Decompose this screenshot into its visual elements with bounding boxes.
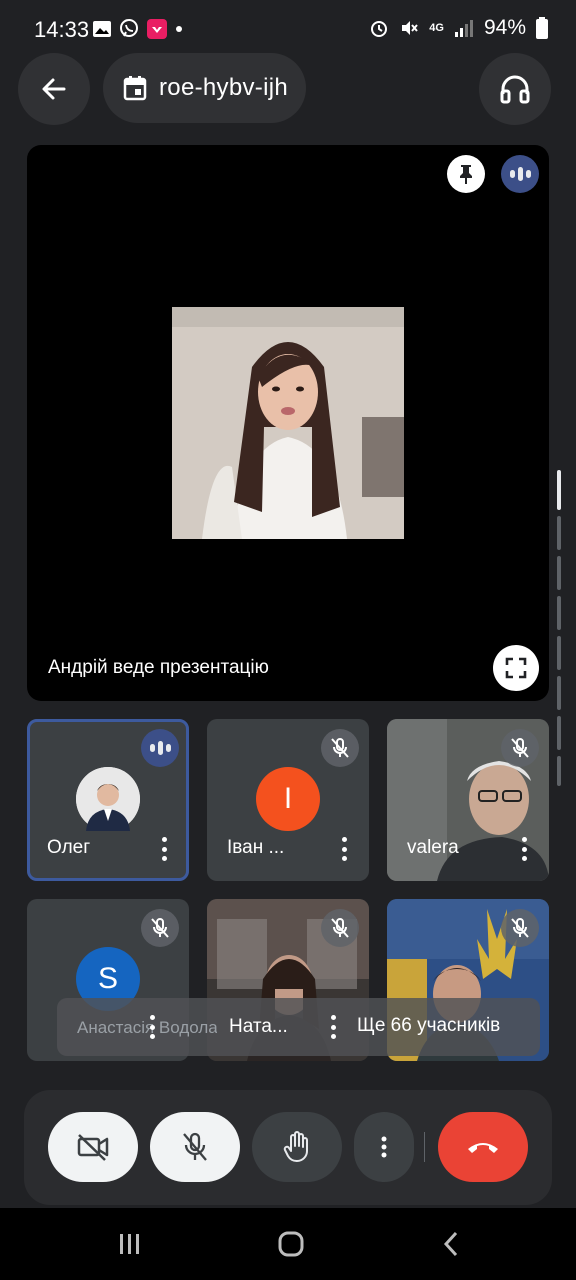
mic-toggle-button[interactable] bbox=[150, 1112, 240, 1182]
participant-more-button[interactable] bbox=[521, 837, 527, 861]
status-bar: 14:33 4G 94% bbox=[0, 0, 576, 60]
app-badge-icon bbox=[147, 19, 167, 39]
system-nav-bar bbox=[0, 1208, 576, 1280]
silent-icon bbox=[402, 21, 419, 35]
network-label: 4G bbox=[429, 22, 444, 34]
avatar-photo bbox=[76, 767, 140, 831]
meeting-info-button[interactable]: roe-hybv-ijh bbox=[103, 53, 306, 123]
participant-more-button[interactable] bbox=[331, 1015, 337, 1039]
avatar-initial: S bbox=[97, 962, 118, 995]
pin-button[interactable] bbox=[447, 155, 485, 193]
avatar bbox=[76, 767, 140, 831]
participant-name: Іван ... bbox=[227, 837, 285, 858]
more-options-button[interactable] bbox=[354, 1112, 414, 1182]
call-controls bbox=[24, 1090, 552, 1205]
chevron-left-icon bbox=[443, 1231, 458, 1257]
alarm-icon bbox=[371, 21, 388, 37]
arrow-back-icon bbox=[42, 78, 66, 100]
mic-off-icon bbox=[321, 729, 359, 767]
recents-icon bbox=[120, 1234, 139, 1254]
more-participants-label: Ще 66 учасників bbox=[357, 1015, 501, 1036]
avatar: I bbox=[256, 767, 320, 831]
fullscreen-button[interactable] bbox=[493, 645, 539, 691]
more-vert-icon bbox=[381, 1136, 387, 1158]
scrollbar[interactable] bbox=[556, 470, 562, 790]
dot-icon bbox=[176, 26, 182, 32]
headphones-icon bbox=[500, 75, 530, 104]
home-icon bbox=[278, 1231, 304, 1257]
presentation-view[interactable]: Андрій веде презентацію bbox=[27, 145, 549, 701]
audio-output-button[interactable] bbox=[479, 53, 551, 125]
more-participants-bar[interactable]: Анастасія Водола... Ната... Ще 66 учасни… bbox=[57, 998, 540, 1056]
mic-off-icon bbox=[141, 909, 179, 947]
participant-tile[interactable]: I Іван ... bbox=[207, 719, 369, 881]
mic-off-icon bbox=[321, 909, 359, 947]
participant-tile[interactable]: Олег bbox=[27, 719, 189, 881]
hand-icon bbox=[283, 1131, 308, 1162]
participant-more-button[interactable] bbox=[150, 1015, 156, 1039]
presenter-video-image bbox=[172, 307, 404, 539]
participant-more-button[interactable] bbox=[161, 837, 167, 861]
participant-name: valera bbox=[407, 837, 459, 858]
battery-percent: 94% bbox=[483, 16, 526, 39]
raise-hand-button[interactable] bbox=[252, 1112, 342, 1182]
viber-icon bbox=[120, 19, 138, 37]
calendar-icon bbox=[123, 76, 147, 101]
camera-off-icon bbox=[77, 1134, 109, 1161]
mic-off-icon bbox=[501, 909, 539, 947]
back-nav-button[interactable] bbox=[442, 1231, 460, 1262]
camera-toggle-button[interactable] bbox=[48, 1112, 138, 1182]
battery-icon bbox=[536, 17, 548, 39]
avatar-initial: I bbox=[283, 782, 293, 815]
signal-icon bbox=[454, 20, 473, 37]
presenting-label: Андрій веде презентацію bbox=[48, 657, 269, 678]
mic-off-icon bbox=[501, 729, 539, 767]
leave-call-button[interactable] bbox=[438, 1112, 528, 1182]
participant-tile[interactable]: valera bbox=[387, 719, 549, 881]
home-button[interactable] bbox=[278, 1231, 304, 1262]
mic-off-icon bbox=[183, 1132, 207, 1161]
pin-icon bbox=[460, 165, 472, 184]
recents-button[interactable] bbox=[118, 1232, 142, 1261]
divider bbox=[424, 1132, 425, 1162]
participant-name: Анастасія Водола... bbox=[77, 1018, 217, 1037]
participant-name: Олег bbox=[47, 837, 91, 858]
participant-name: Ната... bbox=[229, 1016, 288, 1037]
end-call-icon bbox=[468, 1143, 498, 1153]
gallery-icon bbox=[93, 21, 111, 37]
back-button[interactable] bbox=[18, 53, 90, 125]
speaking-indicator bbox=[501, 155, 539, 193]
meeting-code: roe-hybv-ijh bbox=[159, 74, 288, 101]
fullscreen-icon bbox=[505, 657, 527, 679]
status-time: 14:33 bbox=[34, 17, 90, 42]
notification-icons bbox=[92, 18, 184, 40]
participant-more-button[interactable] bbox=[341, 837, 347, 861]
speaking-indicator bbox=[141, 729, 179, 767]
shared-video bbox=[172, 307, 404, 539]
